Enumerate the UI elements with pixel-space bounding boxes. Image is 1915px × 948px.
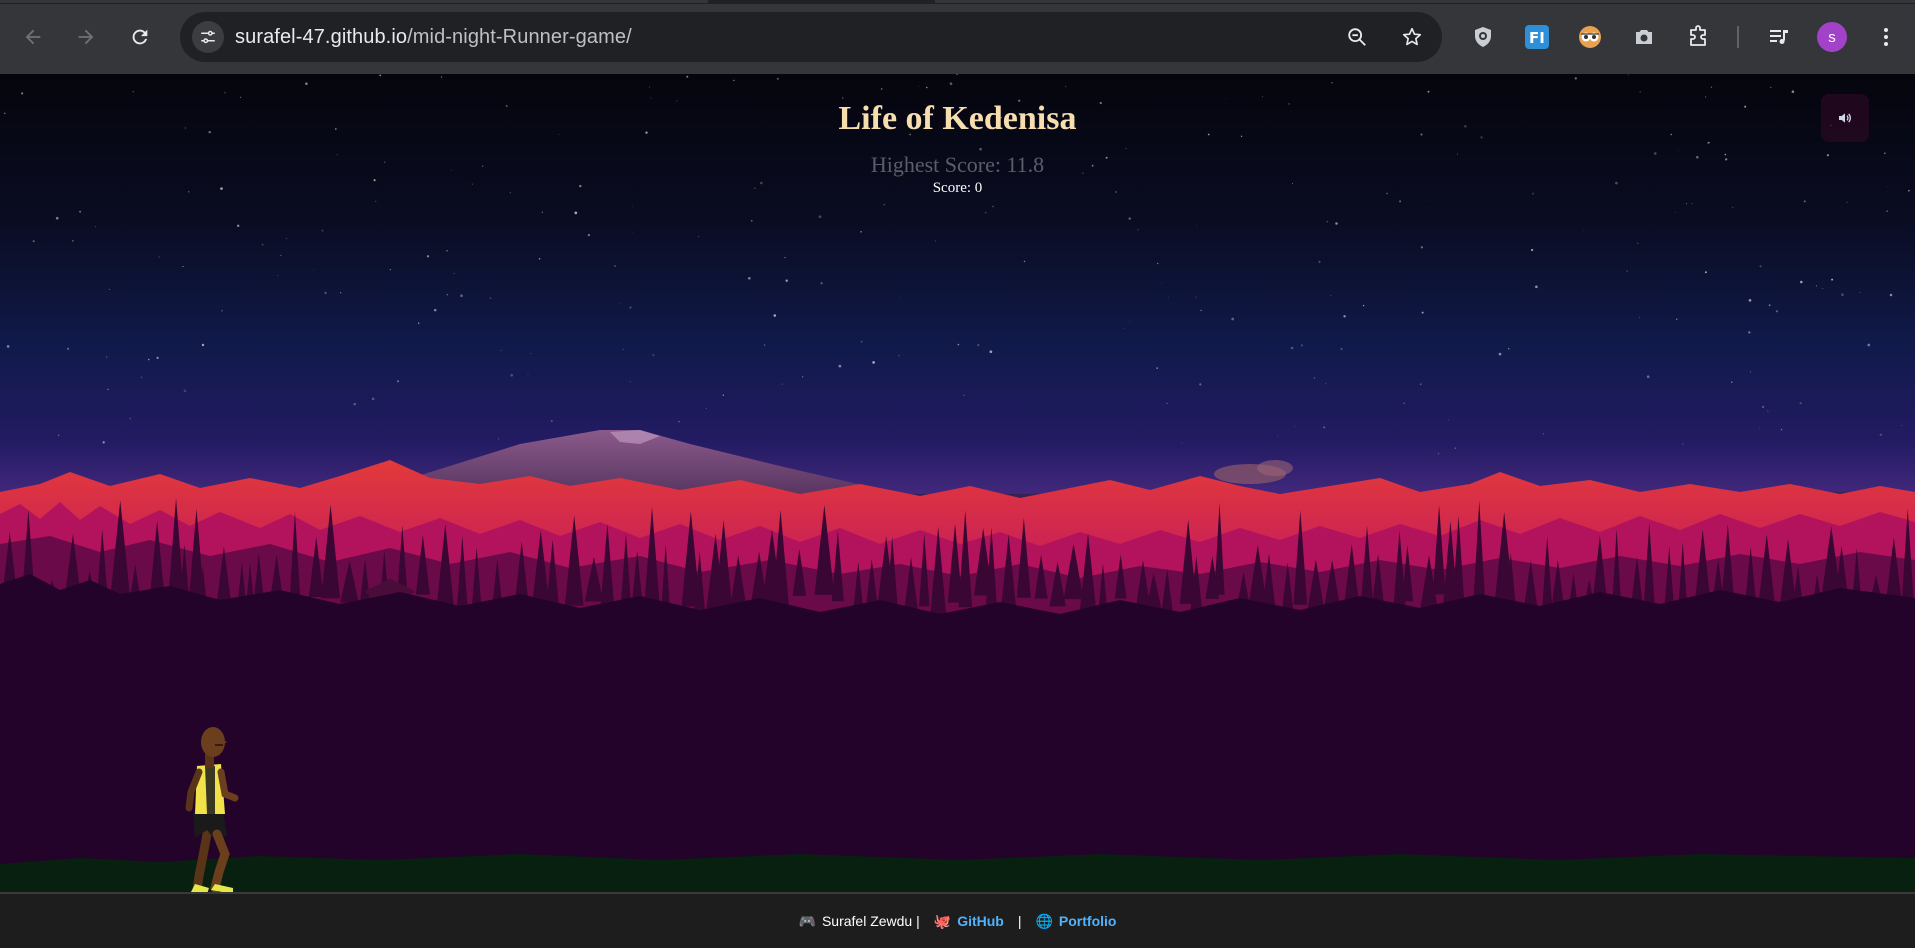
author-name: Surafel Zewdu | [821, 913, 920, 929]
current-score: Score: 0 [932, 180, 983, 196]
tab-strip [0, 0, 1915, 4]
github-link-label[interactable]: GitHub [957, 913, 1004, 929]
octopus-icon: 🐙 [933, 912, 952, 929]
extension-owl[interactable] [1575, 22, 1605, 52]
zoom-button[interactable] [1344, 24, 1370, 50]
reload-icon [132, 29, 148, 45]
browser-toolbar: surafel-47.github.io/mid-night-Runner-ga… [0, 0, 1915, 74]
extension-shield[interactable] [1468, 22, 1498, 52]
game-canvas[interactable]: Life of Kedenisa Highest Score: 11.8 Sco… [0, 74, 1915, 892]
tune-icon [201, 30, 215, 44]
address-bar[interactable]: surafel-47.github.io/mid-night-Runner-ga… [180, 12, 1442, 62]
globe-icon: 🌐 [1035, 912, 1053, 929]
portfolio-link-label[interactable]: Portfolio [1059, 913, 1117, 929]
fi-extension-icon: FI [1525, 25, 1549, 49]
zoom-out-icon [1348, 28, 1366, 46]
game-title: Life of Kedenisa [838, 100, 1077, 137]
url-path: /mid-night-Runner-game/ [407, 26, 632, 48]
queue-music-icon [1770, 30, 1788, 44]
owl-extension-icon [1579, 26, 1601, 48]
url-text[interactable]: surafel-47.github.io/mid-night-Runner-ga… [235, 26, 632, 49]
toolbar-divider [1737, 26, 1739, 48]
extension-fi[interactable]: FI [1522, 22, 1552, 52]
puzzle-icon [1690, 25, 1706, 46]
author-credit: 🎮 Surafel Zewdu | [799, 913, 920, 930]
portfolio-link[interactable]: 🌐 Portfolio [1035, 913, 1116, 930]
dark-forest [0, 574, 1915, 892]
page-footer: 🎮 Surafel Zewdu | 🐙 GitHub | 🌐 Portfolio [0, 892, 1915, 948]
url-host: surafel-47.github.io [235, 26, 408, 48]
footer-separator: | [1017, 913, 1022, 929]
site-info-button[interactable] [192, 21, 224, 53]
media-controls-button[interactable] [1764, 22, 1794, 52]
browser-menu-button[interactable] [1871, 22, 1901, 52]
arrow-left-icon [25, 29, 41, 45]
bookmark-button[interactable] [1399, 24, 1425, 50]
speaker-icon [1839, 113, 1851, 123]
extension-camera[interactable] [1629, 22, 1659, 52]
gamepad-icon: 🎮 [798, 912, 816, 929]
more-vertical-icon [1884, 28, 1888, 46]
star-icon [1402, 27, 1422, 46]
svg-text:FI: FI [1529, 29, 1545, 47]
back-button[interactable] [16, 20, 50, 54]
profile-avatar[interactable]: s [1817, 22, 1847, 52]
highest-score: Highest Score: 11.8 [870, 152, 1045, 177]
sound-toggle-button[interactable] [1821, 94, 1869, 142]
arrow-right-icon [78, 29, 94, 45]
camera-icon [1636, 30, 1652, 44]
extensions-menu-button[interactable] [1683, 22, 1713, 52]
forward-button[interactable] [69, 20, 103, 54]
shield-icon [1475, 27, 1491, 47]
reload-button[interactable] [123, 20, 157, 54]
github-link[interactable]: 🐙 GitHub [934, 913, 1004, 930]
